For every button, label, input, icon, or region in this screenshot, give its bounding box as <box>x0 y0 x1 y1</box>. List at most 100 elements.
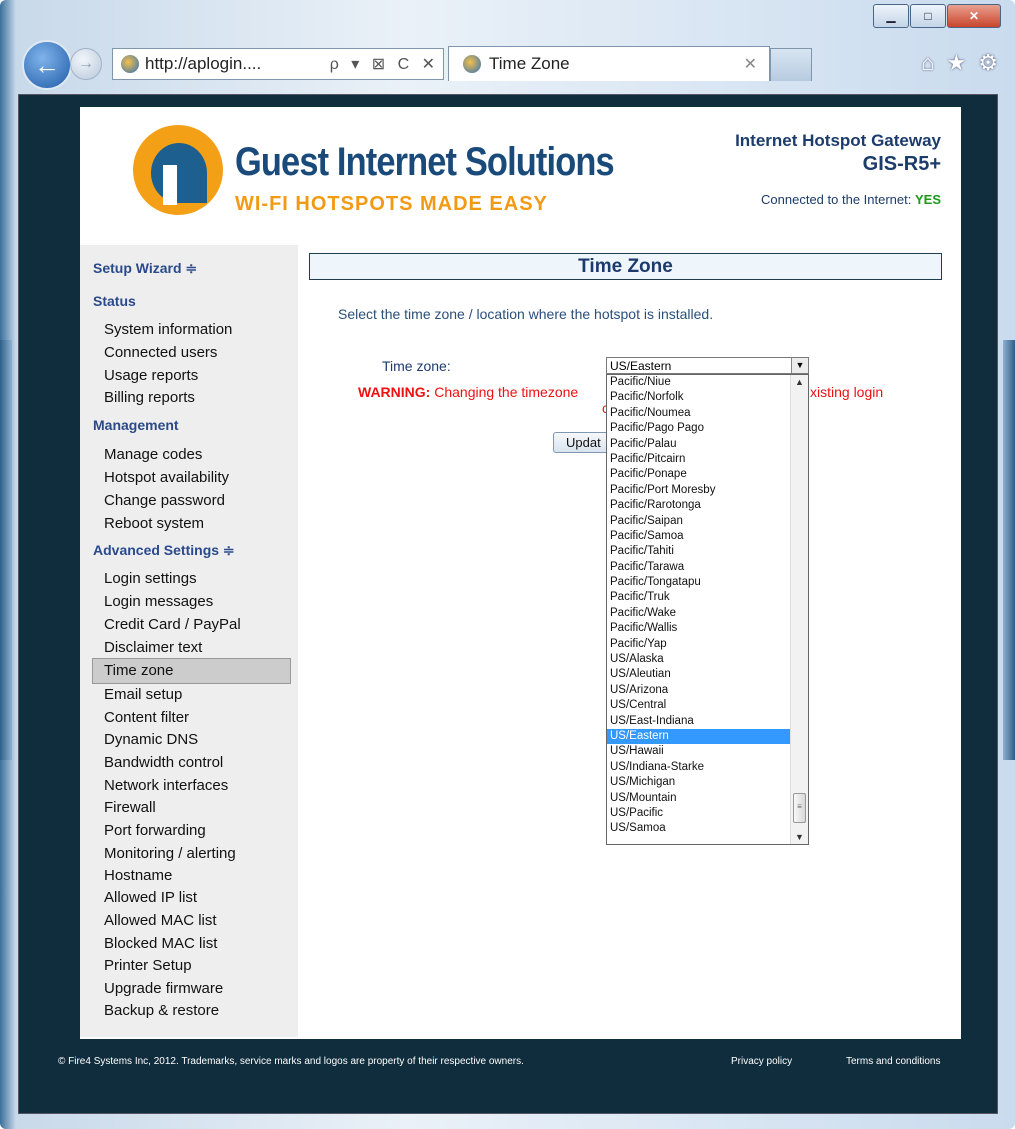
list-item[interactable]: US/Aleutian <box>607 667 790 682</box>
sidebar-advanced-settings[interactable]: Advanced Settings ≑ <box>93 542 235 559</box>
list-item[interactable]: US/Michigan <box>607 775 790 790</box>
sidebar-item-credit-card[interactable]: Credit Card / PayPal <box>104 616 241 633</box>
tab-close-icon[interactable]: ✕ <box>744 54 757 74</box>
address-bar[interactable]: http://aplogin.... ρ ▾ ⊠ C ✕ <box>112 48 444 80</box>
favorites-star-icon[interactable]: ★ <box>947 50 967 76</box>
list-item[interactable]: US/Central <box>607 698 790 713</box>
list-item-selected[interactable]: US/Eastern <box>607 728 790 745</box>
sidebar-item-allowed-ip-list[interactable]: Allowed IP list <box>104 889 197 906</box>
list-item[interactable]: Pacific/Wake <box>607 606 790 621</box>
maximize-button[interactable]: □ <box>910 4 946 28</box>
sidebar-item-blocked-mac-list[interactable]: Blocked MAC list <box>104 935 217 952</box>
privacy-policy-link[interactable]: Privacy policy <box>731 1056 792 1067</box>
list-item[interactable]: Pacific/Truk <box>607 590 790 605</box>
new-tab-button[interactable] <box>770 48 812 81</box>
sidebar-section-status: Status <box>93 293 136 309</box>
list-item[interactable]: US/Indiana-Starke <box>607 760 790 775</box>
connection-label: Connected to the Internet: <box>761 192 912 207</box>
sidebar-item-network-interfaces[interactable]: Network interfaces <box>104 777 228 794</box>
forward-button[interactable]: → <box>70 48 102 80</box>
page-title: Time Zone <box>309 253 942 280</box>
sidebar-item-port-forwarding[interactable]: Port forwarding <box>104 822 206 839</box>
list-item[interactable]: US/East-Indiana <box>607 714 790 729</box>
sidebar-item-login-messages[interactable]: Login messages <box>104 593 213 610</box>
list-item[interactable]: Pacific/Tongatapu <box>607 575 790 590</box>
sidebar-item-printer-setup[interactable]: Printer Setup <box>104 957 192 974</box>
sidebar-item-monitoring-alerting[interactable]: Monitoring / alerting <box>104 845 236 862</box>
sidebar-item-allowed-mac-list[interactable]: Allowed MAC list <box>104 912 217 929</box>
list-item[interactable]: Pacific/Niue <box>607 375 790 390</box>
scroll-up-icon[interactable]: ▲ <box>791 377 808 387</box>
sidebar-item-backup-restore[interactable]: Backup & restore <box>104 1002 219 1019</box>
address-text[interactable]: http://aplogin.... <box>145 54 330 74</box>
list-item[interactable]: US/Hawaii <box>607 744 790 759</box>
terms-link[interactable]: Terms and conditions <box>846 1056 941 1067</box>
list-item[interactable]: Pacific/Tahiti <box>607 544 790 559</box>
window-caption-buttons: ▁ □ ✕ <box>873 4 1001 28</box>
browser-toolbar-icons: ⌂ ★ ⚙ <box>921 50 998 76</box>
connection-value: YES <box>914 192 941 207</box>
list-item[interactable]: Pacific/Norfolk <box>607 390 790 405</box>
list-item[interactable]: US/Mountain <box>607 791 790 806</box>
logo-i-mark <box>163 165 177 205</box>
minimize-button[interactable]: ▁ <box>873 4 909 28</box>
list-item[interactable]: Pacific/Pago Pago <box>607 421 790 436</box>
warning-text-tail: xisting login <box>810 384 884 400</box>
sidebar-item-time-zone[interactable]: Time zone <box>104 662 173 679</box>
list-item[interactable]: Pacific/Rarotonga <box>607 498 790 513</box>
tab-site-icon <box>463 55 481 73</box>
list-item[interactable]: Pacific/Tarawa <box>607 560 790 575</box>
logo[interactable]: Guest Internet Solutions WI-FI HOTSPOTS … <box>133 125 615 220</box>
list-item[interactable]: US/Arizona <box>607 683 790 698</box>
sidebar-item-billing-reports[interactable]: Billing reports <box>104 389 195 406</box>
scroll-down-icon[interactable]: ▼ <box>791 832 808 842</box>
list-item[interactable]: Pacific/Palau <box>607 437 790 452</box>
dropdown-arrow-icon[interactable]: ▼ <box>791 358 808 373</box>
back-button[interactable]: ← <box>22 40 72 90</box>
list-scrollbar[interactable]: ▲ ≡ ▼ <box>790 375 808 844</box>
list-item[interactable]: Pacific/Wallis <box>607 621 790 636</box>
sidebar-item-change-password[interactable]: Change password <box>104 492 225 509</box>
list-item[interactable]: Pacific/Ponape <box>607 467 790 482</box>
header-info: Internet Hotspot Gateway GIS-R5+ Connect… <box>735 131 941 207</box>
product-line: Internet Hotspot Gateway <box>735 131 941 150</box>
time-zone-label: Time zone: <box>382 358 451 374</box>
list-item[interactable]: US/Pacific <box>607 806 790 821</box>
window-frame-left <box>0 340 12 760</box>
sidebar-item-email-setup[interactable]: Email setup <box>104 686 182 703</box>
sidebar-item-system-information[interactable]: System information <box>104 321 232 338</box>
sidebar-item-dynamic-dns[interactable]: Dynamic DNS <box>104 731 198 748</box>
time-zone-dropdown-list[interactable]: Pacific/Niue Pacific/Norfolk Pacific/Nou… <box>606 374 809 845</box>
sidebar-item-disclaimer-text[interactable]: Disclaimer text <box>104 639 202 656</box>
list-item[interactable]: Pacific/Port Moresby <box>607 483 790 498</box>
home-icon[interactable]: ⌂ <box>921 50 934 76</box>
logo-tagline: WI-FI HOTSPOTS MADE EASY <box>235 193 548 215</box>
update-button[interactable]: Updat <box>553 432 613 453</box>
address-controls[interactable]: ρ ▾ ⊠ C ✕ <box>330 54 443 74</box>
sidebar-item-upgrade-firmware[interactable]: Upgrade firmware <box>104 980 223 997</box>
list-item[interactable]: Pacific/Saipan <box>607 514 790 529</box>
sidebar-item-hotspot-availability[interactable]: Hotspot availability <box>104 469 229 486</box>
tools-gear-icon[interactable]: ⚙ <box>978 50 998 76</box>
list-item[interactable]: Pacific/Noumea <box>607 406 790 421</box>
list-item[interactable]: Pacific/Samoa <box>607 529 790 544</box>
list-item[interactable]: Pacific/Yap <box>607 637 790 652</box>
list-item[interactable]: US/Alaska <box>607 652 790 667</box>
tab-time-zone[interactable]: Time Zone ✕ <box>448 46 770 81</box>
sidebar-setup-wizard[interactable]: Setup Wizard ≑ <box>93 260 197 277</box>
sidebar-item-bandwidth-control[interactable]: Bandwidth control <box>104 754 223 771</box>
sidebar-item-content-filter[interactable]: Content filter <box>104 709 189 726</box>
browser-navbar: ← → http://aplogin.... ρ ▾ ⊠ C ✕ Time Zo… <box>18 38 998 92</box>
sidebar-item-connected-users[interactable]: Connected users <box>104 344 217 361</box>
close-window-button[interactable]: ✕ <box>947 4 1001 28</box>
list-item[interactable]: Pacific/Pitcairn <box>607 452 790 467</box>
scroll-thumb[interactable]: ≡ <box>793 793 806 823</box>
list-item[interactable]: US/Samoa <box>607 821 790 836</box>
sidebar-item-hostname[interactable]: Hostname <box>104 867 172 884</box>
sidebar-item-reboot-system[interactable]: Reboot system <box>104 515 204 532</box>
sidebar-item-usage-reports[interactable]: Usage reports <box>104 367 198 384</box>
time-zone-select[interactable]: US/Eastern ▼ <box>606 357 809 374</box>
sidebar-item-manage-codes[interactable]: Manage codes <box>104 446 202 463</box>
sidebar-item-login-settings[interactable]: Login settings <box>104 570 197 587</box>
sidebar-item-firewall[interactable]: Firewall <box>104 799 156 816</box>
